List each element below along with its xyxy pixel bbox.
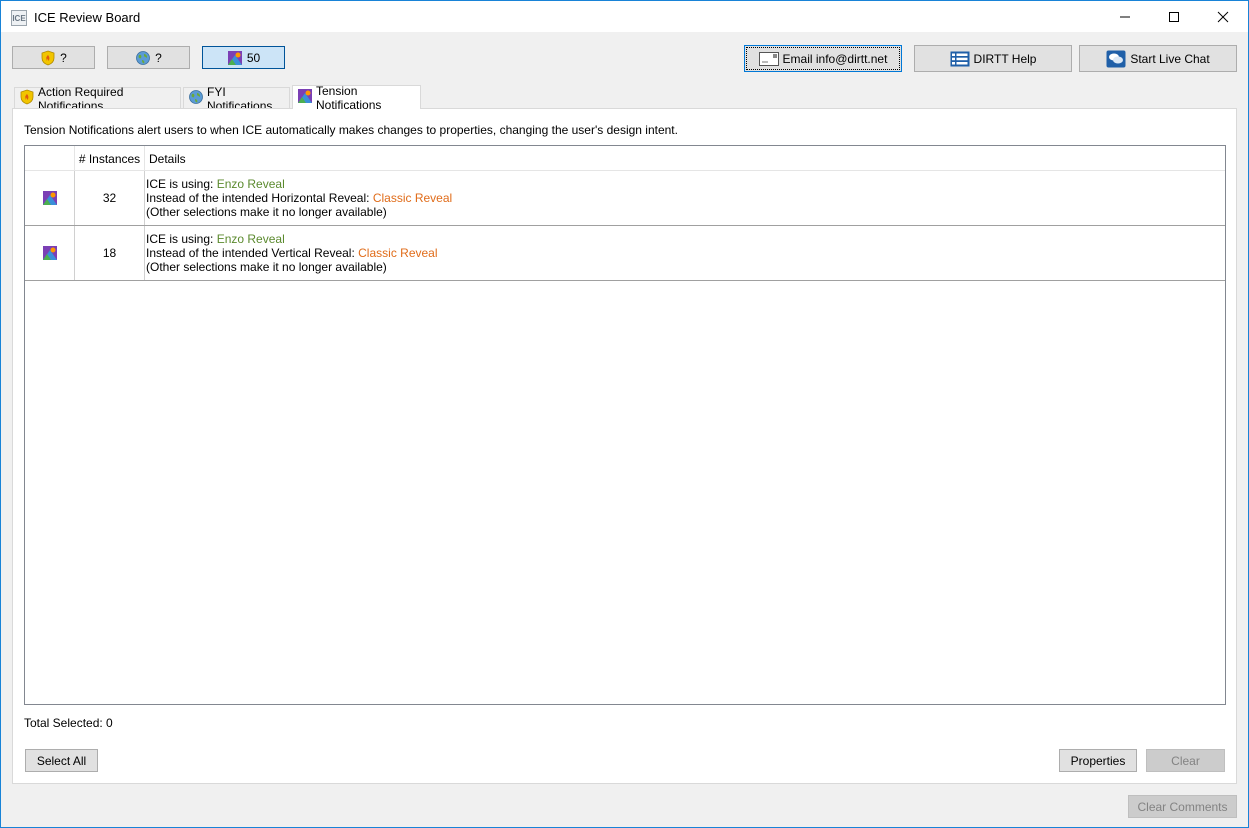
minimize-icon <box>1120 16 1130 17</box>
table-row[interactable]: 32 ICE is using: Enzo Reveal Instead of … <box>25 171 1225 226</box>
instead-value: Classic Reveal <box>372 191 453 205</box>
shield-flame-icon <box>19 89 35 108</box>
using-value: Enzo Reveal <box>216 177 285 191</box>
using-prefix: ICE is using: <box>146 177 217 191</box>
chat-bubble-icon <box>1106 50 1126 68</box>
table-row[interactable]: 18 ICE is using: Enzo Reveal Instead of … <box>25 226 1225 281</box>
tension-notifications-panel: Tension Notifications alert users to whe… <box>12 108 1237 784</box>
properties-button[interactable]: Properties <box>1059 749 1137 772</box>
column-header-icon[interactable] <box>25 146 75 171</box>
tension-icon <box>297 88 313 107</box>
clear-button[interactable]: Clear <box>1146 749 1225 772</box>
help-list-icon <box>950 51 970 67</box>
fyi-filter-button[interactable]: ? <box>107 46 190 69</box>
start-live-chat-label: Start Live Chat <box>1130 51 1210 66</box>
title-bar: ICE ICE Review Board <box>1 1 1248 32</box>
using-value: Enzo Reveal <box>216 232 285 246</box>
shield-flame-icon <box>40 50 56 66</box>
select-all-button[interactable]: Select All <box>25 749 98 772</box>
panel-description: Tension Notifications alert users to whe… <box>24 123 678 137</box>
row-instances: 18 <box>75 226 145 280</box>
row-details: ICE is using: Enzo Reveal Instead of the… <box>145 226 1225 280</box>
action-required-count: ? <box>60 50 67 65</box>
window-title: ICE Review Board <box>34 10 141 25</box>
row-note: (Other selections make it no longer avai… <box>146 205 387 219</box>
table-header: # Instances Details <box>25 146 1225 171</box>
email-label: Email info@dirtt.net <box>782 51 888 66</box>
globe-check-icon <box>135 50 151 66</box>
minimize-button[interactable] <box>1102 1 1148 32</box>
row-icon-cell <box>25 226 75 280</box>
maximize-icon <box>1169 11 1179 22</box>
tab-tension[interactable]: Tension Notifications <box>292 83 421 112</box>
row-details: ICE is using: Enzo Reveal Instead of the… <box>145 171 1225 225</box>
instead-prefix: Instead of the intended Horizontal Revea… <box>146 191 373 205</box>
notifications-table: # Instances Details 32 ICE is using: Enz… <box>24 145 1226 705</box>
close-icon <box>1217 11 1229 22</box>
tension-icon <box>227 50 243 66</box>
tension-icon <box>42 191 57 205</box>
start-live-chat-button[interactable]: Start Live Chat <box>1079 45 1237 72</box>
tension-count: 50 <box>246 50 261 65</box>
column-header-instances[interactable]: # Instances <box>75 146 145 171</box>
tab-tension-label: Tension Notifications <box>316 83 382 112</box>
total-selected: Total Selected: 0 <box>24 716 113 730</box>
fyi-count: ? <box>155 50 162 65</box>
clear-comments-button[interactable]: Clear Comments <box>1128 795 1237 818</box>
tension-icon <box>42 246 57 260</box>
maximize-button[interactable] <box>1151 1 1197 32</box>
instead-prefix: Instead of the intended Vertical Reveal: <box>146 246 359 260</box>
globe-check-icon <box>188 89 204 108</box>
column-header-details[interactable]: Details <box>145 146 1225 171</box>
email-button[interactable]: Email info@dirtt.net <box>744 45 902 72</box>
tab-fyi[interactable]: FYI Notifications <box>183 85 290 113</box>
instead-value: Classic Reveal <box>358 246 438 260</box>
ice-app-icon: ICE <box>11 10 27 26</box>
close-button[interactable] <box>1200 1 1246 32</box>
envelope-icon <box>758 51 779 66</box>
tab-action-required[interactable]: Action Required Notifications <box>14 85 181 113</box>
using-prefix: ICE is using: <box>146 232 217 246</box>
dirtt-help-label: DIRTT Help <box>973 51 1037 66</box>
row-note: (Other selections make it no longer avai… <box>146 260 387 274</box>
row-icon-cell <box>25 171 75 225</box>
tension-filter-button[interactable]: 50 <box>202 46 285 69</box>
dirtt-help-button[interactable]: DIRTT Help <box>914 45 1072 72</box>
action-required-filter-button[interactable]: ? <box>12 46 95 69</box>
ice-review-board-window: ICE ICE Review Board ? ? 50 Email info@d… <box>0 0 1249 828</box>
row-instances: 32 <box>75 171 145 225</box>
